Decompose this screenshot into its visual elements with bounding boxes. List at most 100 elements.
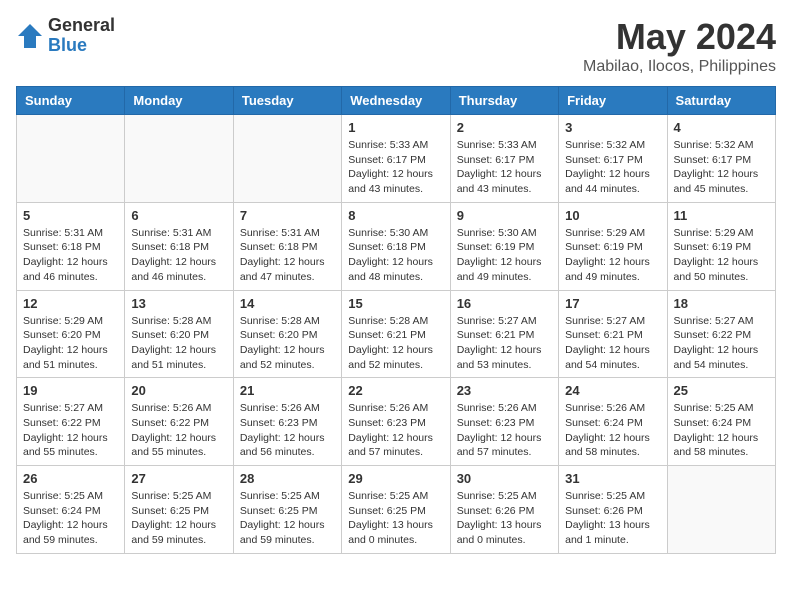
day-number: 1	[348, 120, 443, 135]
day-info: Sunrise: 5:32 AM Sunset: 6:17 PM Dayligh…	[565, 138, 660, 197]
table-row: 11 Sunrise: 5:29 AM Sunset: 6:19 PM Dayli…	[667, 202, 775, 290]
table-row: 18 Sunrise: 5:27 AM Sunset: 6:22 PM Dayli…	[667, 290, 775, 378]
table-row: 29 Sunrise: 5:25 AM Sunset: 6:25 PM Dayli…	[342, 466, 450, 554]
day-number: 23	[457, 383, 552, 398]
title-block: May 2024 Mabilao, Ilocos, Philippines	[583, 16, 776, 76]
week-row-2: 12Sunrise: 5:29 AM Sunset: 6:20 PM Dayli…	[17, 290, 776, 378]
day-number: 4	[674, 120, 769, 135]
day-info: Sunrise: 5:32 AM Sunset: 6:17 PM Dayligh…	[674, 138, 769, 197]
day-info: Sunrise: 5:25 AM Sunset: 6:25 PM Dayligh…	[240, 489, 335, 548]
table-row	[125, 115, 233, 203]
logo-icon	[16, 22, 44, 50]
table-row: 17Sunrise: 5:27 AM Sunset: 6:21 PM Dayli…	[559, 290, 667, 378]
day-info: Sunrise: 5:28 AM Sunset: 6:20 PM Dayligh…	[131, 314, 226, 373]
table-row: 2 Sunrise: 5:33 AM Sunset: 6:17 PM Daylig…	[450, 115, 558, 203]
table-row: 1 Sunrise: 5:33 AM Sunset: 6:17 PM Daylig…	[342, 115, 450, 203]
day-info: Sunrise: 5:27 AM Sunset: 6:22 PM Dayligh…	[23, 401, 118, 460]
day-number: 26	[23, 471, 118, 486]
col-friday: Friday	[559, 87, 667, 115]
table-row: 10 Sunrise: 5:29 AM Sunset: 6:19 PM Dayli…	[559, 202, 667, 290]
day-number: 13	[131, 296, 226, 311]
table-row: 24Sunrise: 5:26 AM Sunset: 6:24 PM Dayli…	[559, 378, 667, 466]
day-number: 14	[240, 296, 335, 311]
day-info: Sunrise: 5:33 AM Sunset: 6:17 PM Dayligh…	[457, 138, 552, 197]
day-info: Sunrise: 5:29 AM Sunset: 6:20 PM Dayligh…	[23, 314, 118, 373]
week-row-1: 5 Sunrise: 5:31 AM Sunset: 6:18 PM Daylig…	[17, 202, 776, 290]
logo-blue-text: Blue	[48, 36, 115, 56]
day-info: Sunrise: 5:27 AM Sunset: 6:22 PM Dayligh…	[674, 314, 769, 373]
table-row: 21 Sunrise: 5:26 AM Sunset: 6:23 PM Dayli…	[233, 378, 341, 466]
table-row: 20 Sunrise: 5:26 AM Sunset: 6:22 PM Dayli…	[125, 378, 233, 466]
day-number: 27	[131, 471, 226, 486]
day-number: 2	[457, 120, 552, 135]
day-number: 20	[131, 383, 226, 398]
table-row: 31 Sunrise: 5:25 AM Sunset: 6:26 PM Dayli…	[559, 466, 667, 554]
day-info: Sunrise: 5:28 AM Sunset: 6:21 PM Dayligh…	[348, 314, 443, 373]
col-tuesday: Tuesday	[233, 87, 341, 115]
table-row: 23 Sunrise: 5:26 AM Sunset: 6:23 PM Dayli…	[450, 378, 558, 466]
month-year-title: May 2024	[583, 16, 776, 58]
col-monday: Monday	[125, 87, 233, 115]
day-number: 30	[457, 471, 552, 486]
table-row: 14 Sunrise: 5:28 AM Sunset: 6:20 PM Dayli…	[233, 290, 341, 378]
day-number: 22	[348, 383, 443, 398]
col-thursday: Thursday	[450, 87, 558, 115]
day-number: 7	[240, 208, 335, 223]
logo: General Blue	[16, 16, 115, 56]
table-row: 9Sunrise: 5:30 AM Sunset: 6:19 PM Daylig…	[450, 202, 558, 290]
day-info: Sunrise: 5:25 AM Sunset: 6:26 PM Dayligh…	[565, 489, 660, 548]
day-number: 3	[565, 120, 660, 135]
day-info: Sunrise: 5:25 AM Sunset: 6:25 PM Dayligh…	[131, 489, 226, 548]
day-number: 6	[131, 208, 226, 223]
table-row: 25Sunrise: 5:25 AM Sunset: 6:24 PM Dayli…	[667, 378, 775, 466]
table-row: 7Sunrise: 5:31 AM Sunset: 6:18 PM Daylig…	[233, 202, 341, 290]
day-number: 18	[674, 296, 769, 311]
day-number: 25	[674, 383, 769, 398]
day-number: 21	[240, 383, 335, 398]
day-info: Sunrise: 5:26 AM Sunset: 6:23 PM Dayligh…	[457, 401, 552, 460]
day-info: Sunrise: 5:25 AM Sunset: 6:24 PM Dayligh…	[23, 489, 118, 548]
table-row: 4 Sunrise: 5:32 AM Sunset: 6:17 PM Daylig…	[667, 115, 775, 203]
page-header: General Blue May 2024 Mabilao, Ilocos, P…	[16, 16, 776, 76]
table-row: 12Sunrise: 5:29 AM Sunset: 6:20 PM Dayli…	[17, 290, 125, 378]
calendar-table: Sunday Monday Tuesday Wednesday Thursday…	[16, 86, 776, 554]
day-info: Sunrise: 5:26 AM Sunset: 6:24 PM Dayligh…	[565, 401, 660, 460]
day-number: 28	[240, 471, 335, 486]
day-number: 31	[565, 471, 660, 486]
day-info: Sunrise: 5:26 AM Sunset: 6:23 PM Dayligh…	[240, 401, 335, 460]
table-row: 16Sunrise: 5:27 AM Sunset: 6:21 PM Dayli…	[450, 290, 558, 378]
table-row: 30Sunrise: 5:25 AM Sunset: 6:26 PM Dayli…	[450, 466, 558, 554]
day-number: 15	[348, 296, 443, 311]
table-row: 26 Sunrise: 5:25 AM Sunset: 6:24 PM Dayli…	[17, 466, 125, 554]
day-number: 16	[457, 296, 552, 311]
col-wednesday: Wednesday	[342, 87, 450, 115]
day-number: 10	[565, 208, 660, 223]
day-info: Sunrise: 5:28 AM Sunset: 6:20 PM Dayligh…	[240, 314, 335, 373]
table-row: 15 Sunrise: 5:28 AM Sunset: 6:21 PM Dayli…	[342, 290, 450, 378]
table-row: 13 Sunrise: 5:28 AM Sunset: 6:20 PM Dayli…	[125, 290, 233, 378]
table-row	[667, 466, 775, 554]
day-info: Sunrise: 5:26 AM Sunset: 6:22 PM Dayligh…	[131, 401, 226, 460]
day-number: 9	[457, 208, 552, 223]
day-info: Sunrise: 5:29 AM Sunset: 6:19 PM Dayligh…	[674, 226, 769, 285]
day-info: Sunrise: 5:25 AM Sunset: 6:25 PM Dayligh…	[348, 489, 443, 548]
table-row: 27 Sunrise: 5:25 AM Sunset: 6:25 PM Dayli…	[125, 466, 233, 554]
week-row-3: 19Sunrise: 5:27 AM Sunset: 6:22 PM Dayli…	[17, 378, 776, 466]
table-row: 6Sunrise: 5:31 AM Sunset: 6:18 PM Daylig…	[125, 202, 233, 290]
col-sunday: Sunday	[17, 87, 125, 115]
day-info: Sunrise: 5:29 AM Sunset: 6:19 PM Dayligh…	[565, 226, 660, 285]
table-row: 19Sunrise: 5:27 AM Sunset: 6:22 PM Dayli…	[17, 378, 125, 466]
day-info: Sunrise: 5:33 AM Sunset: 6:17 PM Dayligh…	[348, 138, 443, 197]
table-row: 3 Sunrise: 5:32 AM Sunset: 6:17 PM Daylig…	[559, 115, 667, 203]
day-number: 11	[674, 208, 769, 223]
col-saturday: Saturday	[667, 87, 775, 115]
table-row: 5 Sunrise: 5:31 AM Sunset: 6:18 PM Daylig…	[17, 202, 125, 290]
day-number: 8	[348, 208, 443, 223]
table-row: 8Sunrise: 5:30 AM Sunset: 6:18 PM Daylig…	[342, 202, 450, 290]
day-number: 5	[23, 208, 118, 223]
day-number: 29	[348, 471, 443, 486]
week-row-0: 1 Sunrise: 5:33 AM Sunset: 6:17 PM Daylig…	[17, 115, 776, 203]
calendar-header-row: Sunday Monday Tuesday Wednesday Thursday…	[17, 87, 776, 115]
location-subtitle: Mabilao, Ilocos, Philippines	[583, 58, 776, 76]
day-info: Sunrise: 5:31 AM Sunset: 6:18 PM Dayligh…	[23, 226, 118, 285]
